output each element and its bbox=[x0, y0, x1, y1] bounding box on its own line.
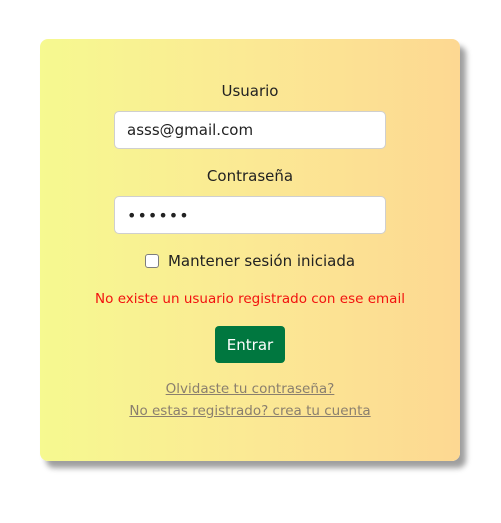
remember-session-row: Mantener sesión iniciada bbox=[40, 252, 460, 270]
register-link[interactable]: No estas registrado? crea tu cuenta bbox=[40, 403, 460, 419]
login-card: Usuario Contraseña Mantener sesión inici… bbox=[40, 39, 460, 461]
remember-session-checkbox[interactable] bbox=[144, 254, 159, 268]
password-label: Contraseña bbox=[206, 167, 294, 185]
password-input[interactable] bbox=[114, 196, 386, 234]
forgot-password-link[interactable]: Olvidaste tu contraseña? bbox=[40, 381, 460, 397]
error-message: No existe un usuario registrado con ese … bbox=[95, 291, 405, 307]
username-input[interactable] bbox=[114, 111, 386, 149]
submit-button[interactable]: Entrar bbox=[215, 326, 285, 363]
username-label: Usuario bbox=[221, 82, 279, 100]
remember-session-label[interactable]: Mantener sesión iniciada bbox=[168, 252, 355, 270]
